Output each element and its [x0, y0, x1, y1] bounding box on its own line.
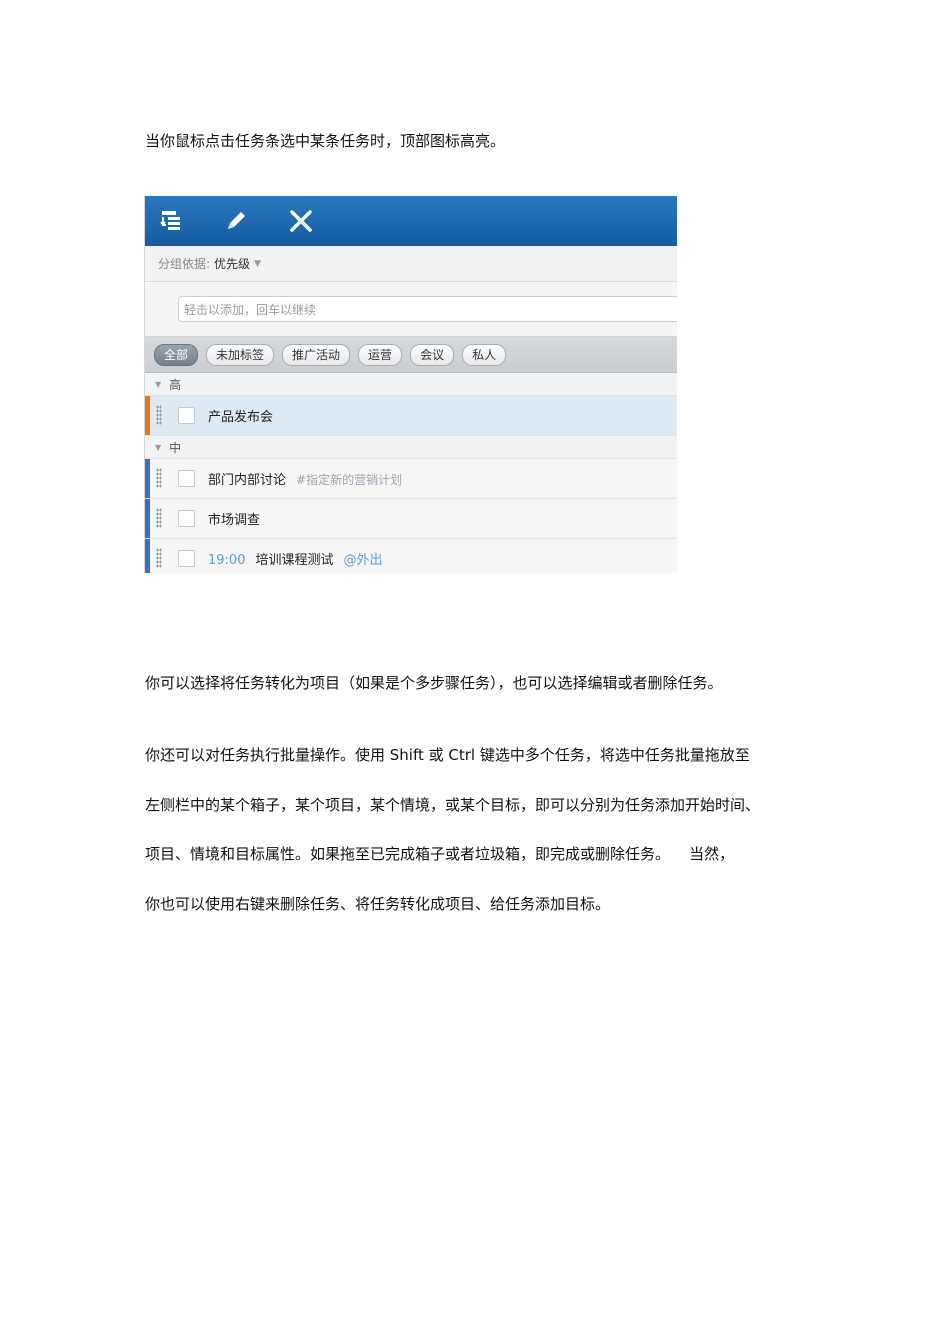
task-time: 19:00 — [208, 553, 246, 568]
task-title: 培训课程测试 — [255, 553, 334, 568]
intro-paragraph: 当你鼠标点击任务条选中某条任务时，顶部图标高亮。 — [145, 132, 506, 150]
priority-bar — [145, 459, 150, 498]
drag-handle-icon[interactable] — [156, 468, 162, 488]
section-header-medium[interactable]: ▼ 中 — [145, 436, 677, 459]
task-title: 部门内部讨论 — [208, 473, 287, 488]
convert-to-project-button[interactable] — [152, 202, 190, 240]
task-row[interactable]: 部门内部讨论 #指定新的营销计划 — [145, 459, 677, 499]
delete-x-icon — [290, 210, 312, 232]
task-title: 市场调查 — [208, 513, 261, 528]
task-checkbox[interactable] — [178, 407, 195, 424]
task-row[interactable]: 市场调查 — [145, 499, 677, 539]
section-header-high[interactable]: ▼ 高 — [145, 373, 677, 396]
filter-chip-meeting[interactable]: 会议 — [410, 343, 455, 366]
batch-paragraph-line-4: 你也可以使用右键来删除任务、将任务转化成项目、给任务添加目标。 — [145, 895, 611, 913]
priority-bar — [145, 499, 150, 538]
task-checkbox[interactable] — [178, 550, 195, 567]
group-by-bar: 分组依据: 优先级 ▼ — [145, 246, 677, 282]
priority-bar — [145, 396, 150, 435]
section-title: 高 — [169, 377, 182, 392]
filter-chip-promotion[interactable]: 推广活动 — [282, 343, 351, 366]
task-row[interactable]: 19:00 培训课程测试 @外出 — [145, 539, 677, 573]
filter-chip-untagged[interactable]: 未加标签 — [206, 343, 275, 366]
collapse-triangle-icon[interactable]: ▼ — [155, 443, 161, 452]
add-task-input[interactable]: 轻击以添加，回车以继续 — [178, 296, 677, 322]
drag-handle-icon[interactable] — [156, 548, 162, 568]
convert-to-project-icon — [160, 211, 180, 230]
task-row[interactable]: 产品发布会 — [145, 396, 677, 436]
batch-paragraph-line-1: 你还可以对任务执行批量操作。使用 Shift 或 Ctrl 键选中多个任务，将选… — [145, 746, 750, 764]
priority-bar — [145, 539, 150, 573]
edit-button[interactable] — [217, 202, 255, 240]
drag-handle-icon[interactable] — [156, 508, 162, 528]
filter-chip-private[interactable]: 私人 — [462, 343, 507, 366]
add-task-row: 轻击以添加，回车以继续 — [145, 282, 677, 337]
batch-paragraph-line-2: 左侧栏中的某个箱子，某个项目，某个情境，或某个目标，即可以分别为任务添加开始时间… — [145, 796, 761, 814]
task-tag[interactable]: #指定新的营销计划 — [296, 473, 402, 487]
toolbar — [145, 196, 677, 246]
task-title: 产品发布会 — [208, 410, 274, 425]
edit-pencil-icon — [228, 212, 245, 229]
collapse-triangle-icon[interactable]: ▼ — [155, 380, 161, 389]
delete-button[interactable] — [282, 202, 320, 240]
group-by-label: 分组依据: — [158, 257, 211, 271]
task-checkbox[interactable] — [178, 470, 195, 487]
task-context[interactable]: @外出 — [343, 553, 382, 568]
actions-paragraph: 你可以选择将任务转化为项目（如果是个多步骤任务），也可以选择编辑或者删除任务。 — [145, 674, 723, 692]
drag-handle-icon[interactable] — [156, 405, 162, 425]
filter-chip-operations[interactable]: 运营 — [358, 343, 403, 366]
app-screenshot: 分组依据: 优先级 ▼ 轻击以添加，回车以继续 全部 未加标签 推广活动 运营 … — [144, 196, 677, 573]
section-title: 中 — [169, 440, 182, 455]
chevron-down-icon[interactable]: ▼ — [254, 259, 261, 269]
task-checkbox[interactable] — [178, 510, 195, 527]
tag-filter-bar: 全部 未加标签 推广活动 运营 会议 私人 — [145, 337, 677, 373]
group-by-select[interactable]: 优先级 — [214, 255, 250, 272]
filter-chip-all[interactable]: 全部 — [154, 343, 199, 366]
batch-paragraph-line-3: 项目、情境和目标属性。如果拖至已完成箱子或者垃圾箱，即完成或删除任务。 当然， — [145, 845, 735, 863]
